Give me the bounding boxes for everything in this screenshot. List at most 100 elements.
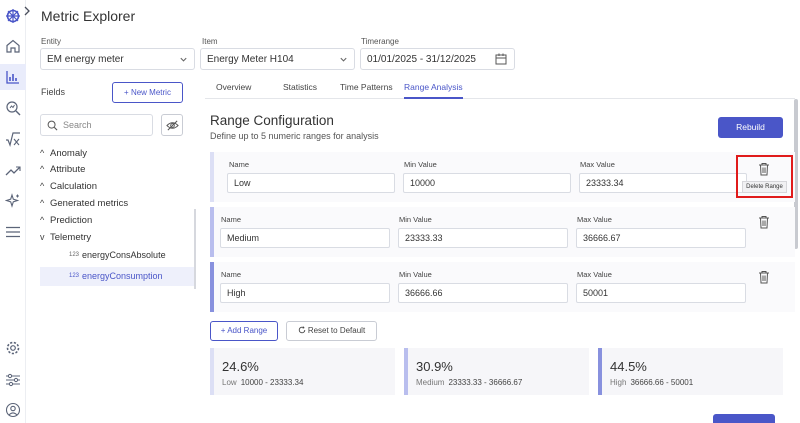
entity-select[interactable]: EM energy meter [40, 48, 195, 70]
range-max-input[interactable]: 23333.34 [579, 173, 747, 193]
stat-range-values: 10000 - 23333.34 [240, 378, 304, 387]
stat-range: Medium 23333.33 - 36666.67 [416, 378, 522, 387]
max-label: Max Value [577, 270, 612, 279]
sparkle-icon[interactable] [5, 193, 21, 209]
range-max-input[interactable]: 50001 [576, 283, 746, 303]
range-row-medium: Name Medium Min Value 23333.33 Max Value… [210, 207, 795, 257]
min-label: Min Value [404, 160, 437, 169]
search-input[interactable] [63, 118, 149, 132]
range-color-bar [210, 262, 214, 312]
page-title: Metric Explorer [41, 8, 136, 24]
tree-group-anomaly[interactable]: ^ Anomaly [40, 146, 87, 160]
chevron-down-icon [179, 55, 188, 64]
chevron-up-icon: ^ [40, 181, 45, 191]
home-icon[interactable] [5, 38, 21, 54]
stat-color-bar [404, 348, 408, 395]
stat-card-low: 24.6% Low 10000 - 23333.34 [210, 348, 395, 395]
user-icon[interactable] [5, 402, 21, 418]
chevron-down-icon: v [40, 232, 45, 242]
range-row-low: Name Low Min Value 10000 Max Value 23333… [210, 152, 795, 202]
tree-group-prediction[interactable]: ^ Prediction [40, 213, 92, 227]
item-value: Energy Meter H104 [207, 54, 294, 65]
chevron-down-icon [339, 55, 348, 64]
settings-icon[interactable] [5, 340, 21, 356]
eye-off-icon [166, 120, 179, 131]
tab-bar: Overview Statistics Time Patterns Range … [205, 77, 795, 99]
rebuild-button[interactable]: Rebuild [718, 117, 783, 138]
tab-overview[interactable]: Overview [216, 82, 251, 99]
numeric-type-icon: 123 [69, 273, 80, 279]
range-name-input[interactable]: Low [227, 173, 395, 193]
max-label: Max Value [580, 160, 615, 169]
partial-action-button[interactable] [713, 414, 775, 423]
range-min-input[interactable]: 23333.33 [398, 228, 568, 248]
range-max-input[interactable]: 36666.67 [576, 228, 746, 248]
tab-time-patterns[interactable]: Time Patterns [340, 82, 393, 99]
fields-search[interactable] [40, 114, 153, 136]
field-label: energyConsAbsolute [82, 250, 166, 260]
item-select[interactable]: Energy Meter H104 [200, 48, 355, 70]
search-icon [47, 120, 58, 131]
menu-icon[interactable] [5, 224, 21, 240]
stat-name: Low [222, 378, 237, 387]
item-label: Item [202, 37, 218, 46]
timerange-input[interactable]: 01/01/2025 - 31/12/2025 [360, 48, 515, 70]
stat-card-medium: 30.9% Medium 23333.33 - 36666.67 [404, 348, 589, 395]
field-label: energyConsumption [82, 271, 163, 281]
chevron-up-icon: ^ [40, 148, 45, 158]
fields-scrollbar[interactable] [194, 209, 196, 289]
entity-label: Entity [41, 37, 62, 46]
reset-to-default-button[interactable]: Reset to Default [286, 321, 377, 341]
logo-icon[interactable] [5, 8, 21, 24]
stat-range-values: 36666.66 - 50001 [630, 378, 694, 387]
trend-icon[interactable] [5, 163, 21, 179]
chevron-up-icon: ^ [40, 164, 45, 174]
range-color-bar [210, 152, 214, 202]
expand-rail-icon[interactable] [22, 4, 32, 16]
reset-icon [298, 326, 306, 334]
tree-group-label: Attribute [50, 164, 86, 175]
range-config-title: Range Configuration [210, 113, 334, 128]
add-range-button[interactable]: + Add Range [210, 321, 278, 341]
range-row-high: Name High Min Value 36666.66 Max Value 5… [210, 262, 795, 312]
tree-group-calculation[interactable]: ^ Calculation [40, 179, 97, 193]
tree-group-generated-metrics[interactable]: ^ Generated metrics [40, 196, 128, 210]
field-energy-cons-absolute[interactable]: 123 energyConsAbsolute [40, 246, 196, 265]
tree-group-label: Calculation [50, 181, 97, 192]
tree-group-attribute[interactable]: ^ Attribute [40, 162, 85, 176]
range-name-input[interactable]: Medium [220, 228, 390, 248]
tab-statistics[interactable]: Statistics [283, 82, 317, 99]
stat-range-values: 23333.33 - 36666.67 [448, 378, 523, 387]
range-min-input[interactable]: 10000 [403, 173, 571, 193]
field-energy-consumption[interactable]: 123 energyConsumption [40, 267, 196, 286]
numeric-type-icon: 123 [69, 252, 80, 258]
tab-range-analysis[interactable]: Range Analysis [404, 82, 463, 99]
delete-range-tooltip: Delete Range [742, 181, 787, 193]
stat-range: High 36666.66 - 50001 [610, 378, 693, 387]
range-name-input[interactable]: High [220, 283, 390, 303]
tree-group-telemetry[interactable]: v Telemetry [40, 230, 91, 244]
app-root: Metric Explorer Entity EM energy meter I… [0, 0, 800, 423]
range-config-subtitle: Define up to 5 numeric ranges for analys… [210, 131, 379, 141]
new-metric-button[interactable]: + New Metric [112, 82, 183, 103]
chevron-up-icon: ^ [40, 198, 45, 208]
metric-explorer-icon[interactable] [0, 64, 26, 90]
timerange-label: Timerange [361, 37, 399, 46]
range-min-input[interactable]: 36666.66 [398, 283, 568, 303]
chevron-up-icon: ^ [40, 215, 45, 225]
max-label: Max Value [577, 215, 612, 224]
calendar-icon[interactable] [495, 53, 507, 65]
trash-icon[interactable] [758, 270, 770, 284]
name-label: Name [229, 160, 250, 169]
stat-color-bar [210, 348, 214, 395]
hide-fields-button[interactable] [161, 114, 183, 136]
trash-icon[interactable] [758, 215, 770, 229]
sliders-icon[interactable] [5, 372, 21, 388]
timerange-value: 01/01/2025 - 31/12/2025 [367, 54, 476, 65]
formula-icon[interactable] [5, 131, 21, 147]
stat-percent: 24.6% [222, 359, 259, 374]
tree-group-label: Generated metrics [50, 198, 129, 209]
stat-color-bar [598, 348, 602, 395]
search-analytics-icon[interactable] [5, 100, 21, 116]
stat-card-high: 44.5% High 36666.66 - 50001 [598, 348, 783, 395]
